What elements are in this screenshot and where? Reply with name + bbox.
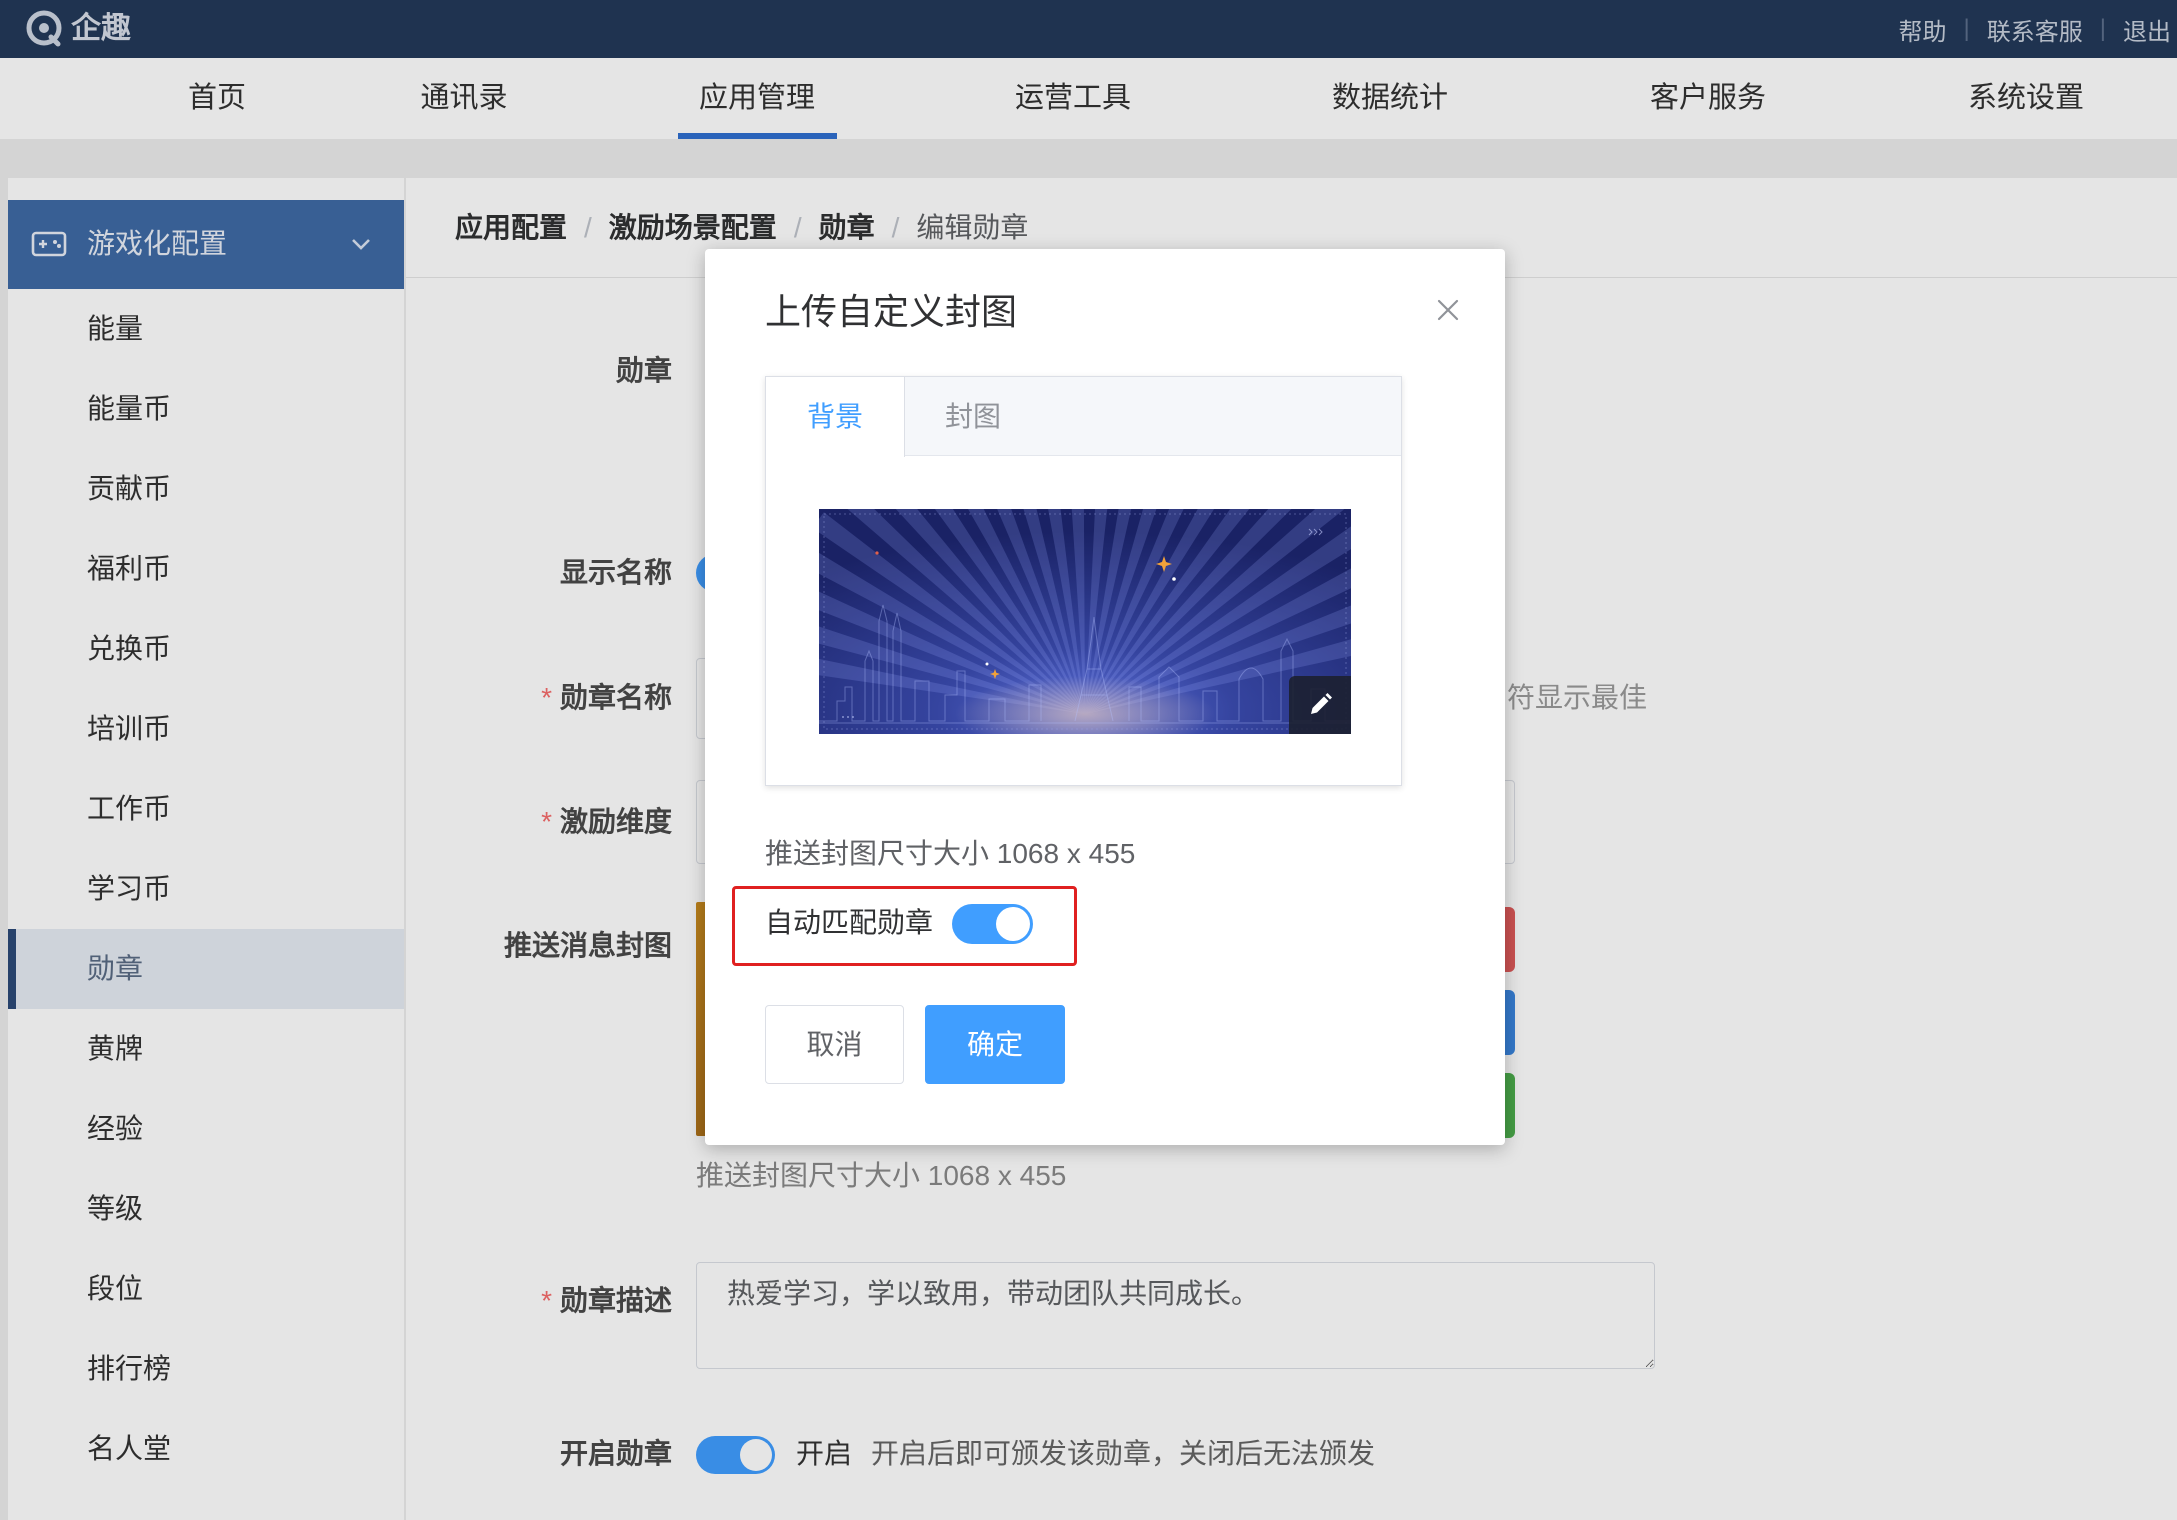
dialog-size-hint: 推送封图尺寸大小 1068 x 455 (765, 838, 1136, 869)
upload-cover-dialog: 上传自定义封图 背景 封图 推送封图尺寸大小 1068 x 455 自动匹配勋章… (705, 249, 1505, 1145)
tabs-header: 背景 封图 (766, 377, 1401, 457)
cover-tabs: 背景 封图 (765, 376, 1402, 786)
auto-match-label: 自动匹配勋章 (765, 907, 934, 938)
close-icon[interactable] (1435, 297, 1461, 323)
auto-match-highlight: 自动匹配勋章 (732, 886, 1077, 966)
cancel-button[interactable]: 取消 (765, 1005, 904, 1084)
dialog-title: 上传自定义封图 (765, 291, 1018, 332)
background-banner-image (819, 509, 1351, 734)
app-root: 企趣 帮助 | 联系客服 | 退出 首页 通讯录 应用管理 运营工具 数据统计 … (0, 0, 2177, 1520)
confirm-button[interactable]: 确定 (925, 1005, 1065, 1084)
switch-knob (996, 907, 1030, 941)
tab-background[interactable]: 背景 (766, 377, 905, 457)
auto-match-switch[interactable] (952, 904, 1033, 944)
banner-star (985, 662, 989, 666)
banner-star (875, 551, 879, 555)
edit-cover-button[interactable] (1289, 676, 1351, 734)
tab-cover[interactable]: 封图 (905, 377, 1041, 457)
pencil-icon (1311, 693, 1332, 714)
banner-star (1172, 577, 1176, 581)
